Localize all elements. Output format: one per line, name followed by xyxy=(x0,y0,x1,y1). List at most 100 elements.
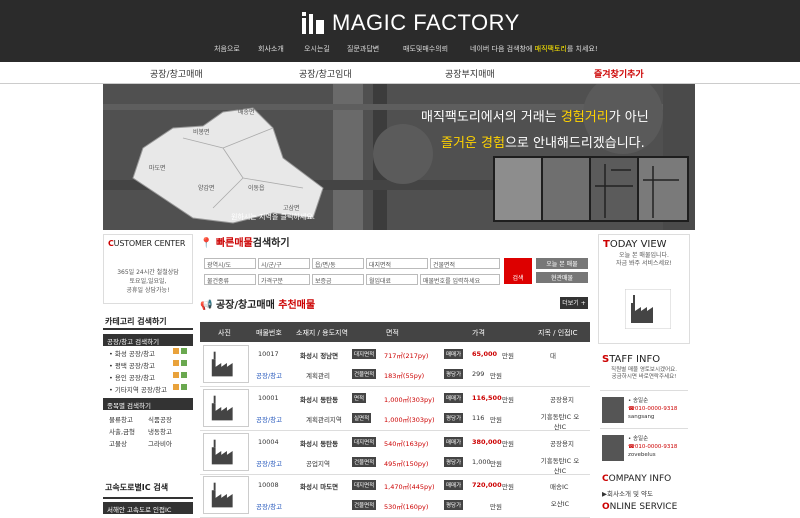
factory-icon xyxy=(203,345,249,383)
add-favorite-link[interactable]: 즐겨찾기추가 xyxy=(594,67,644,80)
price-type-select[interactable]: 가격구분 xyxy=(258,274,310,285)
type-item[interactable]: 고물상 xyxy=(109,438,148,450)
hero-banner: 비봉면 매송면 마도면 양감면 이동읍 고삼면 매직팩도리에서의 거래는 경험거… xyxy=(103,84,695,230)
category-item[interactable]: • 화성 공장/창고 xyxy=(103,346,193,358)
deposit-select[interactable]: 보증금 xyxy=(312,274,364,285)
category-item[interactable]: • 평택 공장/창고 xyxy=(103,358,193,370)
price-unit: 만원 xyxy=(490,372,502,380)
type-item[interactable]: 그라비아 xyxy=(148,438,187,450)
table-row[interactable]: 10017 공장/창고 화성시 정남면 계획관리 대지면적 717㎡(217py) 건물면적… xyxy=(200,343,590,387)
staff-title: STAFF INFO xyxy=(602,354,661,365)
nav-about[interactable]: 회사소개 xyxy=(258,44,284,54)
price-value: 116,500 xyxy=(472,394,502,402)
logo[interactable]: MAGIC FACTORY xyxy=(300,8,520,38)
area-tag: 대지면적 xyxy=(352,480,377,490)
sale-badge-icon xyxy=(173,372,179,378)
region-map[interactable]: 비봉면 매송면 마도면 양감면 이동읍 고삼면 xyxy=(123,98,328,228)
menu-land-sale[interactable]: 공장부지매매 xyxy=(445,67,495,80)
price-tag: 평당가 xyxy=(444,457,464,467)
factory-icon[interactable] xyxy=(625,289,671,329)
category-item[interactable]: • 용인 공장/창고 xyxy=(103,370,193,382)
property-no[interactable]: 10017 xyxy=(258,350,279,358)
property-code-input[interactable]: 매물번호를 입력하세요 xyxy=(420,274,500,285)
category-item[interactable]: • 기타지역 공장/창고 xyxy=(103,382,193,394)
unit-price-value: 1,000 xyxy=(472,458,491,466)
more-button[interactable]: 더보기 + xyxy=(560,297,588,309)
col-location: 소재지 / 용도지역 xyxy=(296,329,348,337)
brand-name: MAGIC FACTORY xyxy=(332,10,520,35)
monthly-rent-select[interactable]: 월임대료 xyxy=(366,274,418,285)
property-no[interactable]: 10004 xyxy=(258,438,279,446)
property-type-select[interactable]: 물건종류 xyxy=(204,274,256,285)
staff-info: STAFF INFO 직원별 매물 영토보시겠어요. 궁금하시면 바로연락주세요!… xyxy=(598,352,690,464)
province-select[interactable]: 광역시/도 xyxy=(204,258,256,269)
highway-sub[interactable]: 서해안 고속도로 인접IC xyxy=(103,502,193,514)
city-select[interactable]: 시/군/구 xyxy=(258,258,310,269)
highway-ic-search: 고속도로별IC 검색 서해안 고속도로 인접IC xyxy=(103,478,193,514)
menu-factory-lease[interactable]: 공장/창고임대 xyxy=(299,67,352,80)
type-item[interactable]: 물류창고 xyxy=(109,414,148,426)
featured-button[interactable]: 현관매물 xyxy=(536,272,588,283)
property-location: 화성시 정남면 xyxy=(300,352,339,360)
today-viewed-button[interactable]: 오늘 본 매물 xyxy=(536,258,588,269)
table-row[interactable]: 10008 공장/창고 화성시 마도면 대지면적 1,470㎡(445py) 건물면적 53… xyxy=(200,474,590,518)
property-no[interactable]: 10008 xyxy=(258,481,279,489)
top-nav: 처음으로 회사소개 오시는길 질문과답변 매도및매수의뢰 네이버 다음 검색창에… xyxy=(0,44,800,58)
type-item[interactable]: 사출,금형 xyxy=(109,426,148,438)
worker-photos xyxy=(493,156,689,222)
nav-qna[interactable]: 질문과답변 xyxy=(347,44,379,54)
property-zone: 계획관리 xyxy=(306,372,330,380)
staff-sub: 직원별 매물 영토보시겠어요. 궁금하시면 바로연락주세요! xyxy=(611,367,677,380)
customer-center-info: 365일 24시간 철철상담 토요일,일요일, 공휴일 상담가능! xyxy=(117,269,179,294)
unit-price-value: 299 xyxy=(472,370,485,378)
area-value: 183㎡(55py) xyxy=(384,372,425,380)
area-value: 530㎡(160py) xyxy=(384,503,429,511)
region-label: 매송면 xyxy=(238,108,255,116)
table-row[interactable]: 10004 공장/창고 화성시 동탄동 공업지역 대지면적 540㎡(163py) 건물면적… xyxy=(200,431,590,475)
table-row[interactable]: 10001 공장/창고 화성시 동탄동 계획관리지역 면적 1,000㎡(303py) 실면… xyxy=(200,387,590,431)
lease-badge-icon xyxy=(181,348,187,354)
price-unit: 만원 xyxy=(502,440,514,448)
search-button[interactable]: 검색 xyxy=(504,258,532,284)
type-item[interactable]: 냉동창고 xyxy=(148,426,187,438)
price-unit: 만원 xyxy=(490,416,502,424)
price-tag: 매매가 xyxy=(444,480,464,490)
area-tag: 면적 xyxy=(352,393,367,403)
area-tag: 건물면적 xyxy=(352,369,377,379)
nav-directions[interactable]: 오시는길 xyxy=(304,44,330,54)
property-no[interactable]: 10001 xyxy=(258,394,279,402)
company-title: COMPANY INFO xyxy=(602,474,672,484)
quick-search: 📍 빠른매물검색하기 광역시/도 시/군/구 읍/면/동 대지면적 건물면적 물… xyxy=(200,234,590,290)
today-view-sub: 오늘 본 매물입니다. 자금 봐주 서비스세요! xyxy=(616,252,672,267)
factory-icon xyxy=(203,476,249,514)
price-unit: 만원 xyxy=(502,352,514,360)
price-tag: 평당가 xyxy=(444,500,464,510)
company-link[interactable]: ▶회사소개 및 약도 xyxy=(598,486,690,500)
type-item[interactable]: 식품공장 xyxy=(148,414,187,426)
area-value: 717㎡(217py) xyxy=(384,352,429,360)
sale-badge-icon xyxy=(173,348,179,354)
nav-request[interactable]: 매도및매수의뢰 xyxy=(403,44,448,54)
recommend-title: 📢 공장/창고매매 추천매물 xyxy=(200,300,316,311)
price-tag: 평당가 xyxy=(444,413,464,423)
region-label: 마도면 xyxy=(149,164,166,172)
price-tag: 매매가 xyxy=(444,393,464,403)
staff-card[interactable]: • 송일순 ☎010-0000-9318 sangsang xyxy=(600,390,688,430)
area-tag: 건물면적 xyxy=(352,457,377,467)
highway-title: 고속도로별IC 검색 xyxy=(103,478,193,499)
area-value: 1,000㎡(303py) xyxy=(384,396,435,404)
customer-center: CUSTOMER CENTER 365일 24시간 철철상담 토요일,일요일, … xyxy=(103,234,193,304)
nearby-ic: 기흥동탄IC 오산IC xyxy=(540,413,580,431)
banner-headline-1: 매직팩도리에서의 거래는 경험거리가 아닌 xyxy=(421,110,649,125)
price-value: 65,000 xyxy=(472,350,498,358)
staff-card[interactable]: • 송일순 ☎010-0000-9318 zovebelus xyxy=(600,428,688,468)
nearby-ic: 오산IC xyxy=(550,500,570,508)
town-select[interactable]: 읍/면/동 xyxy=(312,258,364,269)
menu-factory-sale[interactable]: 공장/창고매매 xyxy=(150,67,203,80)
land-area-select[interactable]: 대지면적 xyxy=(366,258,428,269)
price-unit: 만원 xyxy=(490,503,502,511)
building-area-select[interactable]: 건물면적 xyxy=(430,258,500,269)
nav-home[interactable]: 처음으로 xyxy=(214,44,240,54)
property-location: 화성시 동탄동 xyxy=(300,396,339,404)
avatar xyxy=(602,397,624,423)
